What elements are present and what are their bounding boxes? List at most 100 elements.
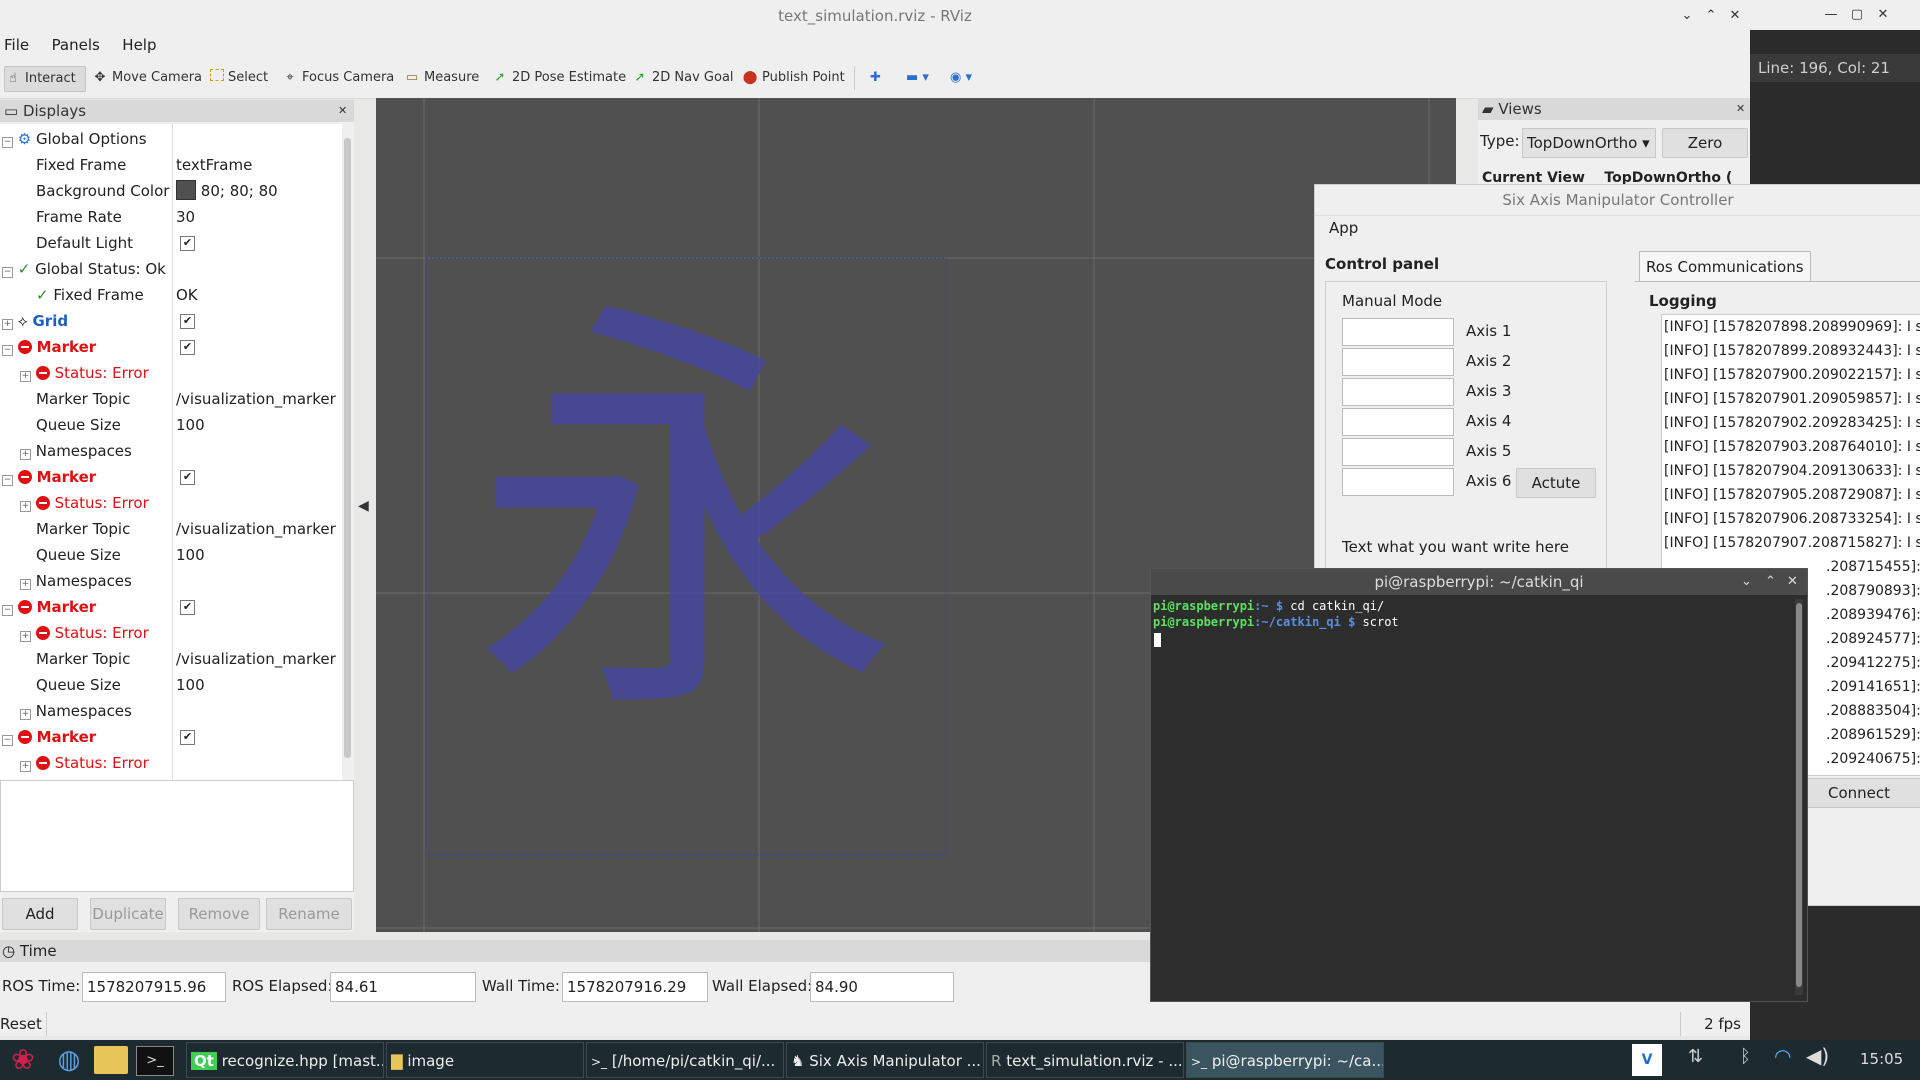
tree-row-marker[interactable]: − Marker ✔: [0, 724, 342, 750]
tree-row-marker[interactable]: − Marker ✔: [0, 464, 342, 490]
axis-1-input[interactable]: [1342, 318, 1454, 346]
tree-row-global-options[interactable]: − ⚙ Global Options: [0, 126, 342, 152]
tree-row-marker[interactable]: − Marker ✔: [0, 594, 342, 620]
axis-4-input[interactable]: [1342, 408, 1454, 436]
tree-row-namespaces[interactable]: + Namespaces: [0, 438, 342, 464]
tree-row-status-error[interactable]: + Status: Error: [0, 750, 342, 776]
terminal-window[interactable]: pi@raspberrypi: ~/catkin_qi ⌄ ⌃ ✕ pi@ras…: [1150, 568, 1808, 1002]
grid-checkbox[interactable]: ✔: [180, 314, 195, 329]
file-manager-icon[interactable]: [94, 1046, 128, 1074]
axis-6-input[interactable]: [1342, 468, 1454, 496]
remove-button[interactable]: Remove: [178, 898, 260, 930]
taskbar-item-six-axis[interactable]: ♞ Six Axis Manipulator ...: [786, 1042, 984, 1078]
color-swatch[interactable]: [176, 180, 196, 200]
volume-icon[interactable]: ◀): [1806, 1044, 1829, 1068]
ros-time-field[interactable]: 1578207915.96: [82, 972, 226, 1002]
marker-checkbox[interactable]: ✔: [180, 730, 195, 745]
axis-2-input[interactable]: [1342, 348, 1454, 376]
remove-tool-icon[interactable]: ▬ ▾: [906, 66, 929, 90]
vnc-icon[interactable]: V: [1632, 1044, 1662, 1076]
terminal-scrollbar-thumb[interactable]: [1796, 603, 1802, 987]
marker-checkbox[interactable]: ✔: [180, 340, 195, 355]
tree-row-namespaces[interactable]: + Namespaces: [0, 568, 342, 594]
maximize-icon[interactable]: ⌃: [1765, 569, 1776, 595]
rename-button[interactable]: Rename: [266, 898, 352, 930]
reset-button[interactable]: Reset: [0, 1012, 47, 1036]
tree-row-queue-size[interactable]: Queue Size 100: [0, 412, 342, 438]
wall-time-field[interactable]: 1578207916.29: [562, 972, 708, 1002]
tree-row-global-status[interactable]: − ✓ Global Status: Ok: [0, 256, 342, 282]
tool-2d-nav-goal[interactable]: ➚ 2D Nav Goal: [632, 66, 734, 90]
tree-row-frame-rate[interactable]: Frame Rate 30: [0, 204, 342, 230]
tree-row-marker-topic[interactable]: Marker Topic /visualization_marker: [0, 516, 342, 542]
menu-app[interactable]: App: [1329, 219, 1358, 237]
close-icon[interactable]: ✕: [1724, 0, 1746, 32]
taskbar-item-rviz[interactable]: R text_simulation.rviz - ...: [986, 1042, 1184, 1078]
menu-panels[interactable]: Panels: [52, 36, 100, 54]
tool-publish-point[interactable]: ⬤ Publish Point: [742, 66, 845, 90]
tool-measure[interactable]: ▭ Measure: [404, 66, 479, 90]
tool-move-camera[interactable]: ✥ Move Camera: [92, 66, 202, 90]
tree-row-status-error[interactable]: + Status: Error: [0, 360, 342, 386]
tree-row-status-error[interactable]: + Status: Error: [0, 620, 342, 646]
tree-scrollbar-thumb[interactable]: [344, 138, 351, 758]
clock[interactable]: 15:05: [1860, 1050, 1903, 1068]
ros-elapsed-field[interactable]: 84.61: [330, 972, 476, 1002]
tree-row-marker-topic[interactable]: Marker Topic /visualization_marker: [0, 386, 342, 412]
taskbar-item-terminal[interactable]: >_ pi@raspberrypi: ~/ca...: [1186, 1042, 1384, 1078]
view-type-dropdown[interactable]: TopDownOrtho ▾: [1522, 128, 1656, 158]
actute-button[interactable]: Actute: [1516, 468, 1596, 498]
collapse-left-icon[interactable]: ◀: [358, 498, 372, 532]
wifi-icon[interactable]: ◠: [1774, 1044, 1791, 1068]
menu-help[interactable]: Help: [122, 36, 156, 54]
bluetooth-icon[interactable]: ᛒ: [1740, 1046, 1751, 1067]
duplicate-button[interactable]: Duplicate: [90, 898, 166, 930]
tool-2d-pose-estimate[interactable]: ➚ 2D Pose Estimate: [492, 66, 627, 90]
default-light-checkbox[interactable]: ✔: [180, 236, 195, 251]
network-icon[interactable]: ⇅: [1688, 1046, 1703, 1067]
add-tool-icon[interactable]: ✚: [870, 66, 881, 90]
tree-row-fixed-frame[interactable]: Fixed Frame textFrame: [0, 152, 342, 178]
marker-checkbox[interactable]: ✔: [180, 470, 195, 485]
zero-button[interactable]: Zero: [1662, 128, 1748, 158]
tree-row-queue-size[interactable]: Queue Size 100: [0, 672, 342, 698]
connect-button[interactable]: Connect: [1797, 778, 1920, 808]
tree-row-fixed-frame-status[interactable]: ✓ Fixed Frame OK: [0, 282, 342, 308]
minimize-icon[interactable]: ⌄: [1676, 0, 1698, 32]
minimize-icon[interactable]: ⌄: [1741, 569, 1752, 595]
tab-ros-communications[interactable]: Ros Communications: [1639, 251, 1811, 282]
terminal-launcher-icon[interactable]: >_: [136, 1046, 174, 1076]
menu-file[interactable]: File: [4, 36, 29, 54]
add-button[interactable]: Add: [2, 898, 78, 930]
taskbar-item-recognize[interactable]: Qt recognize.hpp [mast...: [186, 1042, 384, 1078]
tree-row-queue-size[interactable]: Queue Size 100: [0, 542, 342, 568]
camera-type-icon[interactable]: ◉ ▾: [950, 66, 972, 90]
tool-focus-camera[interactable]: ⌖ Focus Camera: [282, 66, 394, 90]
tree-row-namespaces[interactable]: + Namespaces: [0, 698, 342, 724]
raspberry-menu-icon[interactable]: ❀: [6, 1044, 40, 1076]
axis-3-input[interactable]: [1342, 378, 1454, 406]
taskbar-item-catkin-path[interactable]: >_ [/home/pi/catkin_qi/...: [586, 1042, 784, 1078]
panel-close-icon[interactable]: ✕: [1736, 98, 1745, 120]
maximize-icon[interactable]: ▢: [1846, 0, 1868, 30]
axis-5-input[interactable]: [1342, 438, 1454, 466]
tree-row-grid[interactable]: + ⟡ Grid ✔: [0, 308, 342, 334]
maximize-icon[interactable]: ⌃: [1700, 0, 1722, 32]
tree-row-background-color[interactable]: Background Color 80; 80; 80: [0, 178, 342, 204]
tool-select[interactable]: Select: [210, 66, 268, 90]
tree-row-marker[interactable]: − Marker ✔: [0, 334, 342, 360]
terminal-scrollbar[interactable]: [1795, 599, 1803, 995]
wall-elapsed-field[interactable]: 84.90: [810, 972, 954, 1002]
tree-row-default-light[interactable]: Default Light ✔: [0, 230, 342, 256]
tool-interact[interactable]: ☝ Interact: [4, 66, 86, 92]
tree-row-marker-topic[interactable]: Marker Topic /visualization_marker: [0, 646, 342, 672]
tree-scrollbar[interactable]: [342, 124, 354, 810]
close-icon[interactable]: ✕: [1872, 0, 1894, 30]
close-icon[interactable]: ✕: [1787, 569, 1798, 595]
taskbar-item-image[interactable]: ▇ image: [386, 1042, 584, 1078]
web-browser-icon[interactable]: ◍: [52, 1044, 86, 1076]
panel-close-icon[interactable]: ✕: [338, 100, 347, 122]
tree-row-status-error[interactable]: + Status: Error: [0, 490, 342, 516]
minimize-icon[interactable]: —: [1820, 0, 1842, 30]
marker-checkbox[interactable]: ✔: [180, 600, 195, 615]
